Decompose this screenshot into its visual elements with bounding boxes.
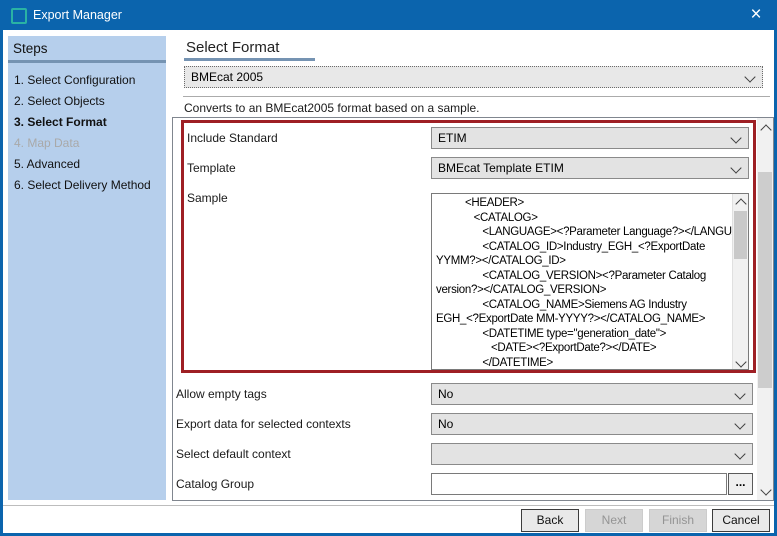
sample-line: version?></CATALOG_VERSION> — [436, 283, 732, 298]
back-button[interactable]: Back — [521, 509, 579, 532]
next-button: Next — [585, 509, 643, 532]
close-button[interactable]: × — [735, 0, 777, 30]
window-border-left — [0, 30, 3, 536]
finish-button: Finish — [649, 509, 707, 532]
sample-line: <HEADER> — [436, 196, 732, 211]
chevron-down-icon — [735, 356, 746, 367]
sample-line: EGH_<?ExportDate MM-YYYY?></CATALOG_NAME… — [436, 312, 732, 327]
sidebar-item-select-format[interactable]: 3. Select Format — [14, 115, 107, 129]
scroll-up-button[interactable] — [733, 194, 748, 209]
export-contexts-select[interactable]: No — [431, 413, 753, 435]
scroll-down-button[interactable] — [733, 354, 748, 369]
page-title: Select Format — [186, 39, 279, 56]
sample-scrollbar[interactable] — [732, 194, 748, 369]
sample-line: </DATETIME> — [436, 356, 732, 369]
sample-line: <CATALOG> — [436, 211, 732, 226]
include-standard-value: ETIM — [438, 131, 467, 145]
allow-empty-tags-select[interactable]: No — [431, 383, 753, 405]
titlebar[interactable]: Export Manager × — [0, 0, 777, 30]
sidebar-item-advanced[interactable]: 5. Advanced — [14, 157, 80, 171]
sample-line: YYMM?></CATALOG_ID> — [436, 254, 732, 269]
export-manager-dialog: Export Manager × Steps 1. Select Configu… — [0, 0, 777, 536]
default-context-select[interactable] — [431, 443, 753, 465]
template-value: BMEcat Template ETIM — [438, 161, 564, 175]
steps-header: Steps — [13, 41, 48, 56]
sidebar-item-select-delivery-method[interactable]: 6. Select Delivery Method — [14, 178, 151, 192]
footer-separator — [3, 505, 774, 506]
scroll-down-button[interactable] — [757, 482, 773, 498]
scroll-up-button[interactable] — [757, 120, 773, 136]
template-label: Template — [187, 161, 236, 175]
steps-header-underline — [8, 60, 166, 63]
sample-line: <CATALOG_NAME>Siemens AG Industry — [436, 298, 732, 313]
chevron-down-icon — [744, 71, 755, 82]
format-description: Converts to an BMEcat2005 format based o… — [184, 101, 480, 115]
chevron-up-icon — [735, 198, 746, 209]
format-select-value: BMEcat 2005 — [191, 70, 263, 84]
page-title-underline — [184, 58, 315, 61]
sidebar-item-select-objects[interactable]: 2. Select Objects — [14, 94, 105, 108]
sample-label: Sample — [187, 191, 228, 205]
description-separator — [183, 96, 770, 97]
scrollbar-thumb[interactable] — [758, 172, 772, 388]
allow-empty-tags-label: Allow empty tags — [176, 387, 267, 401]
default-context-label: Select default context — [176, 447, 291, 461]
sidebar-item-select-configuration[interactable]: 1. Select Configuration — [14, 73, 135, 87]
app-icon — [11, 8, 27, 24]
sample-line: <DATE><?ExportDate?></DATE> — [436, 341, 732, 356]
form-scrollbar[interactable] — [757, 118, 773, 500]
chevron-down-icon — [730, 132, 741, 143]
sample-line: <CATALOG_VERSION><?Parameter Catalog — [436, 269, 732, 284]
chevron-up-icon — [760, 124, 771, 135]
chevron-down-icon — [760, 484, 771, 495]
template-select[interactable]: BMEcat Template ETIM — [431, 157, 749, 179]
scrollbar-thumb[interactable] — [734, 211, 747, 259]
window-title: Export Manager — [33, 8, 122, 22]
catalog-group-label: Catalog Group — [176, 477, 254, 491]
format-select[interactable]: BMEcat 2005 — [184, 66, 763, 88]
include-standard-label: Include Standard — [187, 131, 278, 145]
sidebar-item-map-data: 4. Map Data — [14, 136, 79, 150]
chevron-down-icon — [730, 162, 741, 173]
sample-textarea[interactable]: <HEADER> <CATALOG> <LANGUAGE><?Parameter… — [431, 193, 749, 370]
export-contexts-value: No — [438, 417, 453, 431]
sample-line: <CATALOG_ID>Industry_EGH_<?ExportDate — [436, 240, 732, 255]
catalog-group-input[interactable] — [431, 473, 727, 495]
include-standard-select[interactable]: ETIM — [431, 127, 749, 149]
chevron-down-icon — [734, 448, 745, 459]
sample-line: <LANGUAGE><?Parameter Language?></LANGUA… — [436, 225, 732, 240]
sample-line: <DATETIME type="generation_date"> — [436, 327, 732, 342]
allow-empty-tags-value: No — [438, 387, 453, 401]
sample-xml-text: <HEADER> <CATALOG> <LANGUAGE><?Parameter… — [436, 196, 732, 369]
browse-button[interactable]: ... — [728, 473, 753, 495]
chevron-down-icon — [734, 388, 745, 399]
cancel-button[interactable]: Cancel — [712, 509, 770, 532]
export-contexts-label: Export data for selected contexts — [176, 417, 351, 431]
chevron-down-icon — [734, 418, 745, 429]
